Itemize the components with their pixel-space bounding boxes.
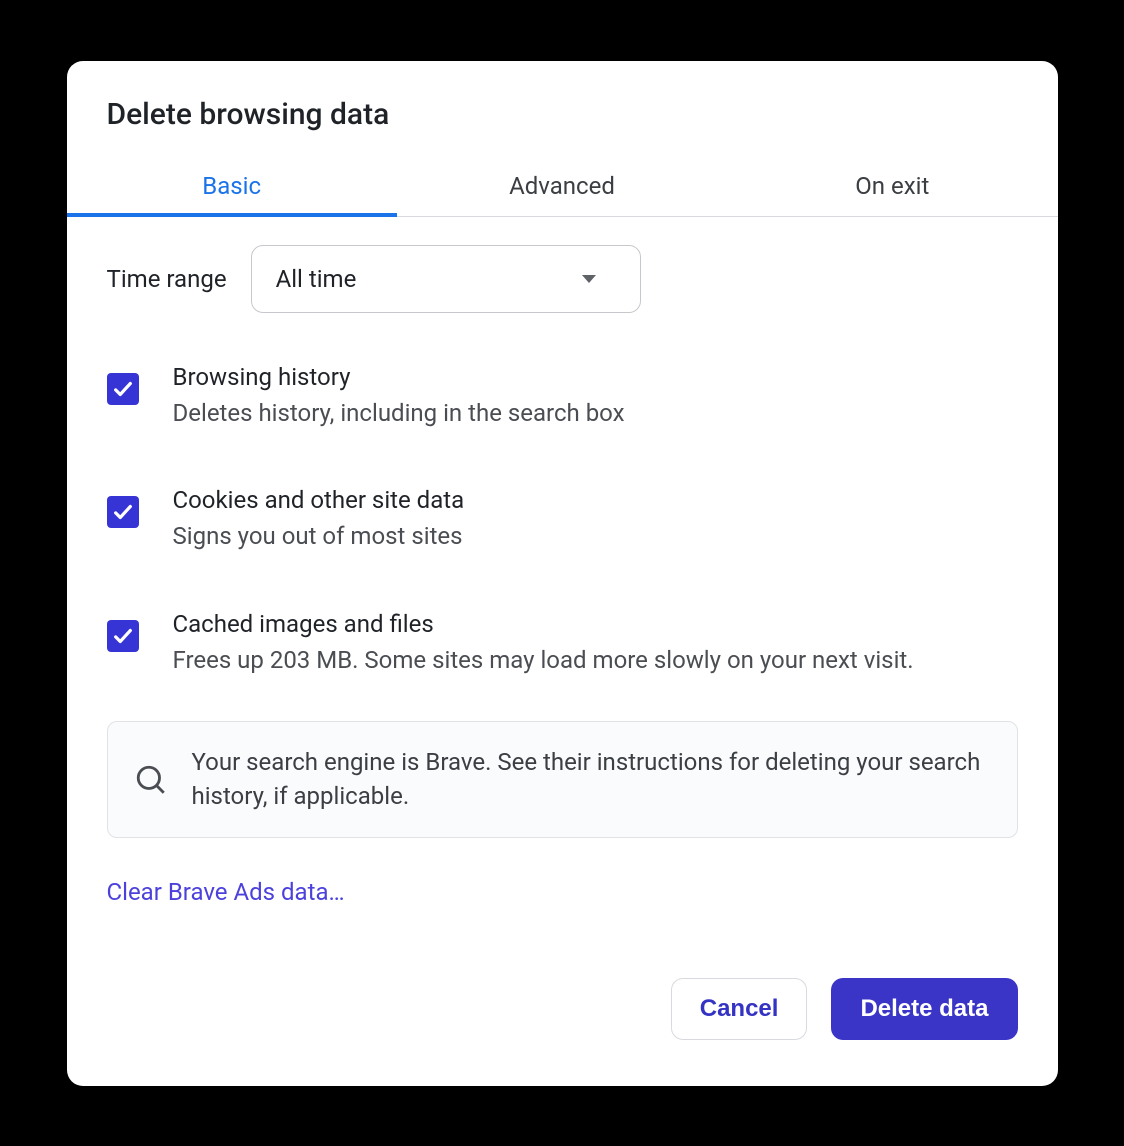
checkbox-cached[interactable] [107, 620, 139, 652]
tab-basic[interactable]: Basic [67, 156, 397, 216]
cancel-button[interactable]: Cancel [671, 978, 808, 1040]
dialog-footer: Cancel Delete data [67, 978, 1058, 1086]
delete-data-button[interactable]: Delete data [831, 978, 1017, 1040]
search-engine-info: Your search engine is Brave. See their i… [107, 721, 1018, 838]
tab-advanced[interactable]: Advanced [397, 156, 727, 216]
check-icon [112, 625, 134, 647]
check-icon [112, 501, 134, 523]
time-range-label: Time range [107, 265, 227, 293]
info-text: Your search engine is Brave. See their i… [192, 746, 991, 813]
option-text: Browsing history Deletes history, includ… [173, 363, 1018, 431]
search-icon [134, 763, 168, 797]
dialog-title: Delete browsing data [107, 97, 1018, 132]
option-browsing-history: Browsing history Deletes history, includ… [107, 363, 1018, 431]
tab-bar: Basic Advanced On exit [67, 156, 1058, 217]
dialog-header: Delete browsing data [67, 61, 1058, 156]
clear-brave-ads-link[interactable]: Clear Brave Ads data… [107, 878, 1018, 906]
option-cached: Cached images and files Frees up 203 MB.… [107, 610, 1018, 678]
dialog-content: Time range All time Browsing history Del… [67, 217, 1058, 978]
time-range-select[interactable]: All time [251, 245, 641, 313]
options-list: Browsing history Deletes history, includ… [107, 363, 1018, 678]
option-desc: Signs you out of most sites [173, 520, 1018, 554]
option-desc: Deletes history, including in the search… [173, 397, 1018, 431]
option-title: Cookies and other site data [173, 486, 1018, 514]
tab-on-exit[interactable]: On exit [727, 156, 1057, 216]
option-text: Cookies and other site data Signs you ou… [173, 486, 1018, 554]
delete-browsing-data-dialog: Delete browsing data Basic Advanced On e… [67, 61, 1058, 1086]
option-title: Browsing history [173, 363, 1018, 391]
option-desc: Frees up 203 MB. Some sites may load mor… [173, 644, 1018, 678]
checkbox-cookies[interactable] [107, 496, 139, 528]
check-icon [112, 378, 134, 400]
option-cookies: Cookies and other site data Signs you ou… [107, 486, 1018, 554]
time-range-row: Time range All time [107, 245, 1018, 313]
checkbox-browsing-history[interactable] [107, 373, 139, 405]
time-range-value: All time [276, 265, 357, 293]
chevron-down-icon [582, 275, 596, 283]
option-title: Cached images and files [173, 610, 1018, 638]
time-range-select-wrap: All time [251, 245, 641, 313]
option-text: Cached images and files Frees up 203 MB.… [173, 610, 1018, 678]
